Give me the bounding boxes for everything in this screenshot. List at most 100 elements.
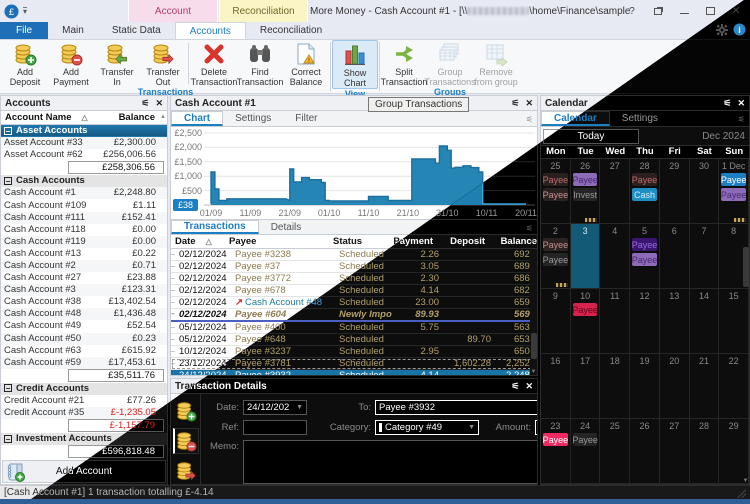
correct-balance-button[interactable]: ! Correct Balance: [283, 40, 329, 87]
help-button[interactable]: ?: [626, 5, 638, 17]
scroll-down-icon[interactable]: ▼: [743, 478, 749, 484]
more-events-icon[interactable]: [556, 283, 568, 287]
account-row[interactable]: Cash Account #3£123.31: [1, 284, 167, 296]
deposit-type-button[interactable]: [173, 398, 199, 424]
account-row[interactable]: Cash Account #2£0.71: [1, 260, 167, 272]
show-chart-button[interactable]: Show Chart: [332, 40, 378, 89]
pin-icon[interactable]: ⚟: [141, 98, 149, 109]
minimize-button[interactable]: [678, 5, 690, 17]
collapse-icon[interactable]: −: [4, 384, 12, 392]
calendar-event-chip[interactable]: Payee: [573, 433, 598, 446]
tab-file[interactable]: File: [0, 22, 48, 39]
account-row[interactable]: Cash Account #119£0.00: [1, 236, 167, 248]
calendar-day-cell[interactable]: 12: [630, 289, 660, 353]
calendar-event-chip[interactable]: Cash: [632, 188, 657, 201]
account-row[interactable]: Cash Account #63£615.92: [1, 345, 167, 357]
transfer-type-button[interactable]: [173, 458, 199, 484]
contextual-tab-reconciliation[interactable]: Reconciliation: [219, 0, 308, 22]
tab-chart[interactable]: Chart: [171, 111, 223, 126]
calendar-day-cell[interactable]: 21: [690, 354, 720, 418]
scroll-up-icon[interactable]: ▲: [160, 114, 166, 120]
transfer-out-button[interactable]: Transfer Out: [140, 40, 186, 87]
today-button[interactable]: Today: [543, 129, 639, 144]
date-input[interactable]: 24/12/202▼: [243, 400, 307, 415]
to-select[interactable]: Payee #3932▼: [375, 400, 538, 415]
account-row[interactable]: Cash Account #48£1,436.48: [1, 308, 167, 320]
account-row[interactable]: Cash Account #50£0.23: [1, 333, 167, 345]
account-row[interactable]: Asset Account #33£2,300.00: [1, 137, 167, 149]
pin-icon[interactable]: ⚟: [526, 224, 533, 233]
gear-icon[interactable]: [716, 24, 728, 36]
account-row[interactable]: Cash Account #118£0.00: [1, 224, 167, 236]
add-payment-button[interactable]: Add Payment: [48, 40, 94, 87]
scroll-up-icon[interactable]: ▲: [530, 238, 536, 244]
calendar-day-cell[interactable]: 3: [571, 224, 601, 288]
calendar-day-cell[interactable]: 26PayeeInvest: [571, 159, 601, 223]
pin-icon[interactable]: ⚟: [511, 98, 519, 109]
collapse-icon[interactable]: −: [4, 177, 12, 185]
account-row[interactable]: Cash Account #27£23.88: [1, 272, 167, 284]
calendar-day-cell[interactable]: 23Payee: [541, 419, 571, 483]
group-subtotal-row[interactable]: £35,511.76: [1, 369, 167, 383]
calendar-event-chip[interactable]: Payee: [543, 173, 568, 186]
pin-icon[interactable]: ⚟: [738, 115, 745, 124]
calendar-day-cell[interactable]: 27: [660, 419, 690, 483]
pin-icon[interactable]: ⚟: [526, 115, 533, 124]
ref-input[interactable]: [243, 420, 307, 435]
calendar-day-cell[interactable]: 25: [600, 419, 630, 483]
transactions-scrollbar[interactable]: ▼: [530, 249, 537, 375]
more-events-icon[interactable]: [585, 218, 597, 222]
close-icon[interactable]: ✕: [737, 98, 745, 109]
calendar-day-cell[interactable]: 16: [541, 354, 571, 418]
collapse-icon[interactable]: −: [4, 435, 12, 443]
pin-icon[interactable]: ⚟: [511, 381, 519, 392]
tab-transactions[interactable]: Transactions: [171, 220, 259, 234]
tab-accounts[interactable]: Accounts: [175, 22, 246, 39]
tab-calendar-settings[interactable]: Settings: [610, 111, 670, 126]
split-transaction-button[interactable]: Split Transaction: [381, 40, 427, 87]
maximize-button[interactable]: [704, 5, 716, 17]
calendar-day-cell[interactable]: 6: [660, 224, 690, 288]
account-row[interactable]: Cash Account #49£52.54: [1, 320, 167, 332]
calendar-day-cell[interactable]: 14: [690, 289, 720, 353]
account-row[interactable]: Cash Account #38£13,402.54: [1, 296, 167, 308]
find-transaction-button[interactable]: Find Transaction: [237, 40, 283, 87]
calendar-day-cell[interactable]: 25PayeePayee: [541, 159, 571, 223]
account-group-row[interactable]: −Asset Accounts: [1, 125, 167, 137]
transaction-row[interactable]: –24/12/2024Payee #3932Scheduled4.142,248…: [171, 370, 537, 375]
info-icon[interactable]: i: [733, 23, 746, 36]
calendar-event-chip[interactable]: Payee: [573, 173, 598, 186]
account-row[interactable]: Credit Account #35£-1,235.05: [1, 407, 167, 419]
calendar-day-cell[interactable]: 9: [541, 289, 571, 353]
calendar-day-cell[interactable]: 4: [600, 224, 630, 288]
calendar-event-chip[interactable]: Payee: [632, 253, 657, 266]
calendar-day-cell[interactable]: 11: [600, 289, 630, 353]
group-transactions-button[interactable]: Group Transactions: [427, 40, 473, 87]
calendar-day-cell[interactable]: 29: [660, 159, 690, 223]
calendar-day-cell[interactable]: 7: [690, 224, 720, 288]
delete-transaction-button[interactable]: Delete Transaction: [191, 40, 237, 87]
calendar-event-chip[interactable]: Payee: [632, 173, 657, 186]
calendar-event-chip[interactable]: Payee: [543, 238, 568, 251]
calendar-event-chip[interactable]: Invest: [573, 188, 598, 201]
tab-settings[interactable]: Settings: [223, 111, 283, 126]
calendar-day-cell[interactable]: 30: [690, 159, 720, 223]
calendar-event-chip[interactable]: Payee: [543, 188, 568, 201]
account-group-row[interactable]: −Cash Accounts: [1, 175, 167, 187]
account-row[interactable]: Cash Account #13£0.22: [1, 248, 167, 260]
tab-details[interactable]: Details: [259, 220, 314, 234]
tab-static-data[interactable]: Static Data: [98, 22, 175, 39]
close-icon[interactable]: ✕: [525, 98, 533, 109]
calendar-event-chip[interactable]: Payee: [543, 253, 568, 266]
calendar-day-cell[interactable]: 5PayeePayee: [630, 224, 660, 288]
add-deposit-button[interactable]: Add Deposit: [2, 40, 48, 87]
calendar-day-cell[interactable]: 28PayeeCash: [630, 159, 660, 223]
accounts-column-headers[interactable]: Account Name△ Balance ▲: [1, 111, 167, 125]
memo-textarea[interactable]: [243, 440, 538, 484]
transfer-in-button[interactable]: Transfer In: [94, 40, 140, 87]
tab-main[interactable]: Main: [48, 22, 98, 39]
close-icon[interactable]: ✕: [155, 98, 163, 109]
contextual-tab-account[interactable]: Account: [128, 0, 218, 22]
calendar-day-cell[interactable]: 27: [600, 159, 630, 223]
calendar-day-cell[interactable]: 18: [600, 354, 630, 418]
